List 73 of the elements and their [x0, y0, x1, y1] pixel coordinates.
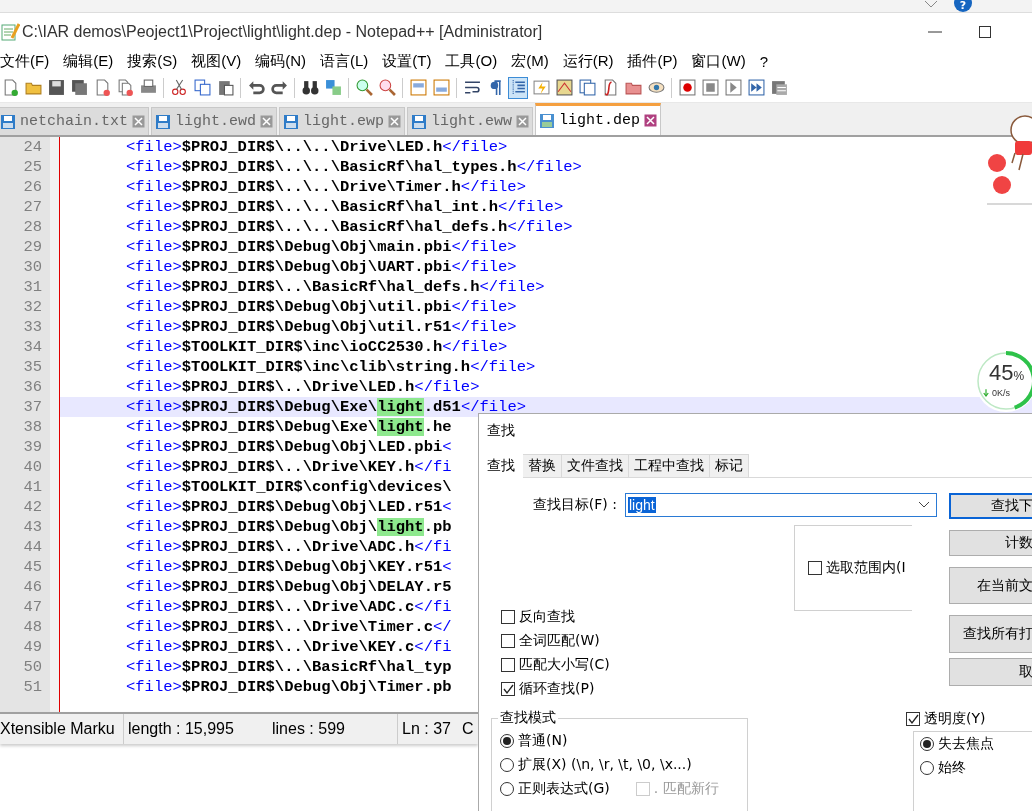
code-line: <file>$PROJ_DIR$\..\Drive\ADC.h</fi — [126, 538, 452, 556]
line-number: 27 — [22, 197, 43, 217]
tab-label: light.ewd — [175, 113, 257, 130]
code-line: <file>$PROJ_DIR$\..\BasicRf\hal_defs.h</file> — [126, 278, 545, 296]
code-line: <file>$PROJ_DIR$\..\Drive\KEY.c</fi — [126, 638, 452, 656]
tab-label: netchain.txt — [20, 113, 129, 130]
dialog-title: 查找 — [487, 422, 515, 440]
status-text: lines : 599 — [272, 720, 345, 738]
line-number: 26 — [22, 177, 43, 197]
code-line: <file>$PROJ_DIR$\Debug\Obj\Timer.pb — [126, 678, 452, 696]
status-text: length : 15,995 — [128, 720, 234, 738]
code-line: <file>$PROJ_DIR$\..\..\Drive\Timer.h</file> — [126, 178, 526, 196]
code-line: <file>$PROJ_DIR$\Debug\Obj\util.pbi</file> — [126, 298, 517, 316]
line-number: 25 — [22, 157, 43, 177]
line-number: 36 — [22, 377, 43, 397]
line-number: 47 — [22, 597, 43, 617]
line-number: 45 — [22, 557, 43, 577]
line-number: 49 — [22, 637, 43, 657]
field-label: 查找目标(F) : — [531, 496, 618, 514]
line-number: 44 — [22, 537, 43, 557]
line-number: 32 — [22, 297, 43, 317]
code-line: <file>$PROJ_DIR$\..\..\BasicRf\hal_types.h</file> — [126, 158, 582, 176]
line-number: 40 — [22, 457, 43, 477]
code-line: <file>$PROJ_DIR$\Debug\Obj\KEY.r51< — [126, 558, 452, 576]
code-line: <file>$PROJ_DIR$\Debug\Obj\UART.pbi</file> — [126, 258, 517, 276]
code-line: <file>$PROJ_DIR$\Debug\Exe\light.he — [126, 418, 452, 436]
tab-label: light.eww — [431, 113, 513, 130]
code-line: <file>$PROJ_DIR$\Debug\Obj\light.pb — [126, 518, 452, 536]
group-title: 查找模式 — [499, 709, 557, 727]
line-number: 30 — [22, 257, 43, 277]
code-line: <file>$PROJ_DIR$\..\Drive\KEY.h</fi — [126, 458, 452, 476]
status-text: C — [462, 720, 474, 738]
line-number: 34 — [22, 337, 43, 357]
line-number: 51 — [22, 677, 43, 697]
line-number: 28 — [22, 217, 43, 237]
download-rate: 0K/s — [992, 388, 1010, 398]
checkbox: . 匹配新行 — [635, 777, 719, 801]
code-line: <file>$PROJ_DIR$\Debug\Obj\main.pbi</file> — [126, 238, 517, 256]
code-line: <file>$TOOLKIT_DIR$\config\devices\ — [126, 478, 452, 496]
code-line: <file>$PROJ_DIR$\Debug\Obj\util.r51</file> — [126, 318, 517, 336]
code-line: <file>$PROJ_DIR$\Debug\Exe\light.d51</file> — [126, 398, 526, 416]
line-number: 43 — [22, 517, 43, 537]
line-number: 37 — [22, 397, 43, 417]
line-number: 29 — [22, 237, 43, 257]
usage-percent: 45% — [989, 360, 1025, 386]
line-number: 50 — [22, 657, 43, 677]
status-text: Xtensible Marku — [0, 720, 115, 738]
code-line: <file>$PROJ_DIR$\Debug\Obj\DELAY.r5 — [126, 578, 452, 596]
tab-label: light.dep — [559, 112, 641, 129]
window-title: C:\IAR demos\Peoject1\Project\light\light.dep - Notepad++ [Administrator] — [22, 22, 543, 41]
line-number: 31 — [22, 277, 43, 297]
tab-label: light.ewp — [303, 113, 385, 130]
line-number: 39 — [22, 437, 43, 457]
code-line: <file>$TOOLKIT_DIR$\inc\clib\string.h</file> — [126, 358, 536, 376]
code-line: <file>$PROJ_DIR$\..\BasicRf\hal_typ — [126, 658, 452, 676]
code-line: <file>$PROJ_DIR$\..\Drive\ADC.c</fi — [126, 598, 452, 616]
line-number: 35 — [22, 357, 43, 377]
line-number: 24 — [22, 137, 43, 157]
code-line: <file>$PROJ_DIR$\Debug\Obj\LED.pbi< — [126, 438, 452, 456]
status-text: Ln : 37 — [402, 720, 451, 738]
line-number: 38 — [22, 417, 43, 437]
code-line: <file>$PROJ_DIR$\..\Drive\Timer.c</ — [126, 618, 452, 636]
line-number: 48 — [22, 617, 43, 637]
code-line: <file>$TOOLKIT_DIR$\inc\ioCC2530.h</file> — [126, 338, 508, 356]
code-line: <file>$PROJ_DIR$\..\..\BasicRf\hal_int.h</file> — [126, 198, 564, 216]
code-line: <file>$PROJ_DIR$\Debug\Obj\LED.r51< — [126, 498, 452, 516]
code-line: <file>$PROJ_DIR$\..\..\Drive\LED.h</file> — [126, 138, 508, 156]
line-number: 46 — [22, 577, 43, 597]
code-line: <file>$PROJ_DIR$\..\Drive\LED.h</file> — [126, 378, 480, 396]
line-number: 42 — [22, 497, 43, 517]
code-line: <file>$PROJ_DIR$\..\..\BasicRf\hal_defs.h</file> — [126, 218, 573, 236]
line-number: 41 — [22, 477, 43, 497]
line-number: 33 — [22, 317, 43, 337]
